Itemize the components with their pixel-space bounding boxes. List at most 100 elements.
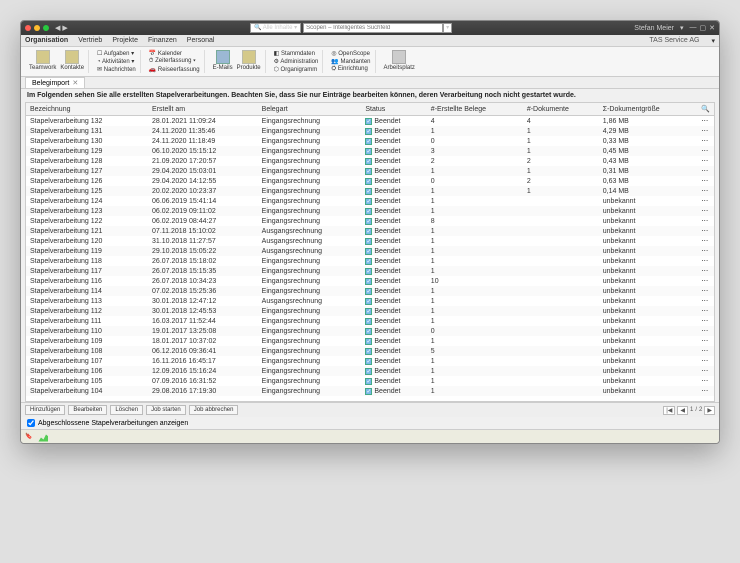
- cell-actions[interactable]: ⋯: [697, 236, 714, 246]
- cell-actions[interactable]: ⋯: [697, 346, 714, 356]
- ribbon-produkte[interactable]: Produkte: [237, 50, 261, 73]
- cell-actions[interactable]: ⋯: [697, 296, 714, 306]
- minimize-icon[interactable]: [34, 25, 40, 31]
- table-row[interactable]: Stapelverarbeitung 11230.01.2018 12:45:5…: [26, 306, 714, 316]
- show-completed-checkbox[interactable]: [27, 419, 35, 427]
- maximize-icon[interactable]: [43, 25, 49, 31]
- ribbon-emails[interactable]: E-Mails: [213, 50, 233, 73]
- company-dropdown-icon[interactable]: ▾: [711, 37, 715, 45]
- nav-left-icon[interactable]: ◀: [55, 24, 60, 32]
- col-dokumentgroesse[interactable]: Σ-Dokumentgröße: [599, 103, 698, 116]
- ribbon-openscope[interactable]: ◎ OpenScope: [331, 50, 370, 57]
- table-row[interactable]: Stapelverarbeitung 10429.08.2016 17:19:3…: [26, 386, 714, 396]
- table-row[interactable]: Stapelverarbeitung 11826.07.2018 15:18:0…: [26, 256, 714, 266]
- cell-actions[interactable]: ⋯: [697, 186, 714, 196]
- status-chart-icon[interactable]: [38, 432, 48, 442]
- cell-actions[interactable]: ⋯: [697, 246, 714, 256]
- ribbon-kalender[interactable]: 📅 Kalender: [149, 50, 200, 57]
- job-cancel-button[interactable]: Job abbrechen: [189, 405, 239, 415]
- table-row[interactable]: Stapelverarbeitung 11019.01.2017 13:25:0…: [26, 326, 714, 336]
- cell-actions[interactable]: ⋯: [697, 376, 714, 386]
- table-row[interactable]: Stapelverarbeitung 12906.10.2020 15:15:1…: [26, 146, 714, 156]
- table-row[interactable]: Stapelverarbeitung 12206.02.2019 08:44:2…: [26, 216, 714, 226]
- table-row[interactable]: Stapelverarbeitung 10806.12.2016 09:36:4…: [26, 346, 714, 356]
- search-scope-dropdown[interactable]: 🔍 Alle Inhalte ▾: [250, 23, 301, 33]
- table-row[interactable]: Stapelverarbeitung 12729.04.2020 15:03:0…: [26, 166, 714, 176]
- cell-actions[interactable]: ⋯: [697, 126, 714, 136]
- edit-button[interactable]: Bearbeiten: [68, 405, 107, 415]
- table-row[interactable]: Stapelverarbeitung 12821.09.2020 17:20:5…: [26, 156, 714, 166]
- cell-actions[interactable]: ⋯: [697, 256, 714, 266]
- tab-close-icon[interactable]: ✕: [72, 79, 78, 87]
- ribbon-arbeitsplatz[interactable]: Arbeitsplatz: [384, 50, 415, 73]
- col-erstellte-belege[interactable]: #-Erstellte Belege: [427, 103, 523, 116]
- col-erstellt[interactable]: Erstellt am: [148, 103, 258, 116]
- pager-prev-icon[interactable]: ◀: [677, 406, 688, 415]
- company-label[interactable]: TAS Service AG: [649, 37, 699, 44]
- add-button[interactable]: Hinzufügen: [25, 405, 65, 415]
- table-row[interactable]: Stapelverarbeitung 13228.01.2021 11:09:2…: [26, 116, 714, 127]
- ribbon-mandanten[interactable]: 👥 Mandanten: [331, 58, 370, 65]
- pager-first-icon[interactable]: |◀: [663, 406, 675, 415]
- menu-finanzen[interactable]: Finanzen: [148, 37, 177, 44]
- table-row[interactable]: Stapelverarbeitung 10612.09.2016 15:16:2…: [26, 366, 714, 376]
- close-icon[interactable]: [25, 25, 31, 31]
- ribbon-einrichtung[interactable]: ⛭ Einrichtung: [331, 66, 370, 73]
- table-row[interactable]: Stapelverarbeitung 10918.01.2017 10:37:0…: [26, 336, 714, 346]
- table-row[interactable]: Stapelverarbeitung 12306.02.2019 09:11:0…: [26, 206, 714, 216]
- win-close-icon[interactable]: ✕: [709, 24, 715, 32]
- ribbon-nachrichten[interactable]: ✉ Nachrichten: [97, 66, 136, 73]
- cell-actions[interactable]: ⋯: [697, 356, 714, 366]
- menu-organisation[interactable]: Organisation: [25, 37, 68, 44]
- status-tag-icon[interactable]: 🔖: [25, 433, 32, 440]
- cell-actions[interactable]: ⋯: [697, 166, 714, 176]
- cell-actions[interactable]: ⋯: [697, 336, 714, 346]
- menu-vertrieb[interactable]: Vertrieb: [78, 37, 102, 44]
- cell-actions[interactable]: ⋯: [697, 276, 714, 286]
- ribbon-aktivitaeten[interactable]: ◔ Aktivitäten ▾: [97, 58, 136, 65]
- col-dokumente[interactable]: #-Dokumente: [523, 103, 599, 116]
- col-search-icon[interactable]: 🔍: [697, 103, 714, 116]
- global-search-input[interactable]: [303, 23, 443, 33]
- ribbon-organigramm[interactable]: ⬡ Organigramm: [274, 66, 319, 73]
- cell-actions[interactable]: ⋯: [697, 156, 714, 166]
- table-row[interactable]: Stapelverarbeitung 10507.09.2016 16:31:5…: [26, 376, 714, 386]
- win-minimize-icon[interactable]: —: [690, 24, 697, 32]
- cell-actions[interactable]: ⋯: [697, 116, 714, 127]
- cell-actions[interactable]: ⋯: [697, 146, 714, 156]
- cell-actions[interactable]: ⋯: [697, 326, 714, 336]
- table-row[interactable]: Stapelverarbeitung 11626.07.2018 10:34:2…: [26, 276, 714, 286]
- table-row[interactable]: Stapelverarbeitung 13024.11.2020 11:18:4…: [26, 136, 714, 146]
- ribbon-administration[interactable]: ⚙ Administration: [274, 58, 319, 65]
- menu-projekte[interactable]: Projekte: [112, 37, 138, 44]
- cell-actions[interactable]: ⋯: [697, 176, 714, 186]
- table-row[interactable]: Stapelverarbeitung 11726.07.2018 15:15:3…: [26, 266, 714, 276]
- cell-actions[interactable]: ⋯: [697, 216, 714, 226]
- table-row[interactable]: Stapelverarbeitung 11330.01.2018 12:47:1…: [26, 296, 714, 306]
- cell-actions[interactable]: ⋯: [697, 306, 714, 316]
- table-row[interactable]: Stapelverarbeitung 12629.04.2020 14:12:5…: [26, 176, 714, 186]
- show-completed-option[interactable]: Abgeschlossene Stapelverarbeitungen anze…: [21, 417, 719, 429]
- user-dropdown-icon[interactable]: ▾: [680, 24, 684, 32]
- table-row[interactable]: Stapelverarbeitung 11929.10.2018 15:05:2…: [26, 246, 714, 256]
- cell-actions[interactable]: ⋯: [697, 206, 714, 216]
- cell-actions[interactable]: ⋯: [697, 136, 714, 146]
- pager-next-icon[interactable]: ▶: [704, 406, 715, 415]
- ribbon-aufgaben[interactable]: ☐ Aufgaben ▾: [97, 50, 136, 57]
- cell-actions[interactable]: ⋯: [697, 286, 714, 296]
- table-row[interactable]: Stapelverarbeitung 12406.06.2019 15:41:1…: [26, 196, 714, 206]
- ribbon-reiseerfassung[interactable]: 🚗 Reiseerfassung: [149, 66, 200, 73]
- search-dropdown-icon[interactable]: ▾: [443, 23, 452, 33]
- tab-belegimport[interactable]: Belegimport ✕: [25, 77, 85, 88]
- table-row[interactable]: Stapelverarbeitung 11407.02.2018 15:25:3…: [26, 286, 714, 296]
- table-row[interactable]: Stapelverarbeitung 12031.10.2018 11:27:5…: [26, 236, 714, 246]
- cell-actions[interactable]: ⋯: [697, 386, 714, 396]
- cell-actions[interactable]: ⋯: [697, 226, 714, 236]
- job-start-button[interactable]: Job starten: [146, 405, 186, 415]
- col-status[interactable]: Status: [361, 103, 426, 116]
- ribbon-stammdaten[interactable]: ◧ Stammdaten: [274, 50, 319, 57]
- win-maximize-icon[interactable]: ▢: [700, 24, 707, 32]
- ribbon-zeiterfassung[interactable]: ⏱ Zeiterfassung ▾: [149, 58, 200, 65]
- table-row[interactable]: Stapelverarbeitung 11116.03.2017 11:52:4…: [26, 316, 714, 326]
- ribbon-teamwork[interactable]: Teamwork: [29, 50, 56, 73]
